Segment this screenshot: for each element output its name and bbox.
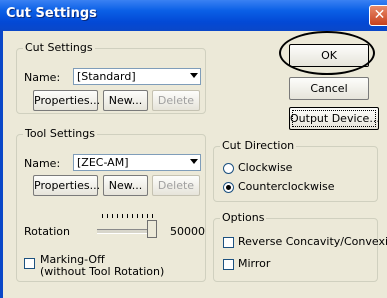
window-frame-left (0, 31, 3, 298)
tool-settings-legend: Tool Settings (23, 127, 97, 140)
cut-name-label: Name: (24, 71, 61, 84)
chevron-down-icon (190, 159, 198, 164)
cut-name-value: [Standard] (77, 70, 136, 83)
cut-properties-button[interactable]: Properties... (33, 90, 100, 111)
rotation-value: 50000 (170, 225, 205, 238)
slider-tick (107, 214, 108, 218)
tool-delete-button[interactable]: Delete (152, 175, 200, 196)
cut-settings-dialog: Cut Settings ✕ Cut Settings Name: [Stand… (0, 0, 387, 298)
tool-new-button[interactable]: New... (103, 175, 148, 196)
tool-name-label: Name: (24, 157, 61, 170)
slider-tick (127, 214, 128, 218)
cut-direction-group: Cut Direction (213, 139, 378, 202)
clockwise-label: Clockwise (238, 161, 293, 174)
options-group: Options (213, 211, 378, 282)
close-icon: ✕ (373, 7, 386, 23)
cut-settings-legend: Cut Settings (23, 41, 95, 54)
reverse-concavity-checkbox[interactable] (223, 237, 234, 248)
slider-tick (122, 214, 123, 218)
rotation-slider-thumb[interactable] (147, 220, 157, 238)
chevron-down-icon (190, 73, 198, 78)
tool-properties-button[interactable]: Properties... (33, 175, 100, 196)
ok-highlight-ellipse (279, 31, 375, 75)
rotation-label: Rotation (24, 225, 71, 238)
reverse-concavity-label: Reverse Concavity/Convexity (238, 235, 387, 248)
slider-tick (132, 214, 133, 218)
slider-tick (102, 214, 103, 218)
radio-selected-dot (226, 185, 231, 190)
output-device-button[interactable]: Output Device... (289, 107, 380, 130)
window-title: Cut Settings (6, 6, 97, 21)
tool-name-value: [ZEC-AM] (77, 156, 129, 169)
slider-tick (137, 214, 138, 218)
mirror-checkbox[interactable] (223, 259, 234, 270)
close-button[interactable]: ✕ (369, 5, 387, 26)
slider-tick (147, 214, 148, 218)
cancel-button[interactable]: Cancel (289, 77, 369, 100)
counterclockwise-radio[interactable] (223, 182, 234, 193)
cut-name-dropdown[interactable]: [Standard] (73, 68, 201, 85)
slider-tick (152, 214, 153, 218)
options-legend: Options (220, 211, 267, 224)
slider-tick (142, 214, 143, 218)
mirror-label: Mirror (238, 257, 271, 270)
cut-direction-legend: Cut Direction (220, 139, 297, 152)
focus-rectangle (292, 110, 376, 127)
slider-tick (117, 214, 118, 218)
slider-tick (112, 214, 113, 218)
cut-new-button[interactable]: New... (103, 90, 148, 111)
tool-name-dropdown[interactable]: [ZEC-AM] (73, 154, 201, 171)
counterclockwise-label: Counterclockwise (238, 180, 335, 193)
marking-off-checkbox[interactable] (24, 258, 35, 269)
marking-off-sublabel: (without Tool Rotation) (40, 265, 165, 278)
title-bar[interactable]: Cut Settings ✕ (0, 0, 387, 31)
cut-delete-button[interactable]: Delete (152, 90, 200, 111)
clockwise-radio[interactable] (223, 163, 234, 174)
